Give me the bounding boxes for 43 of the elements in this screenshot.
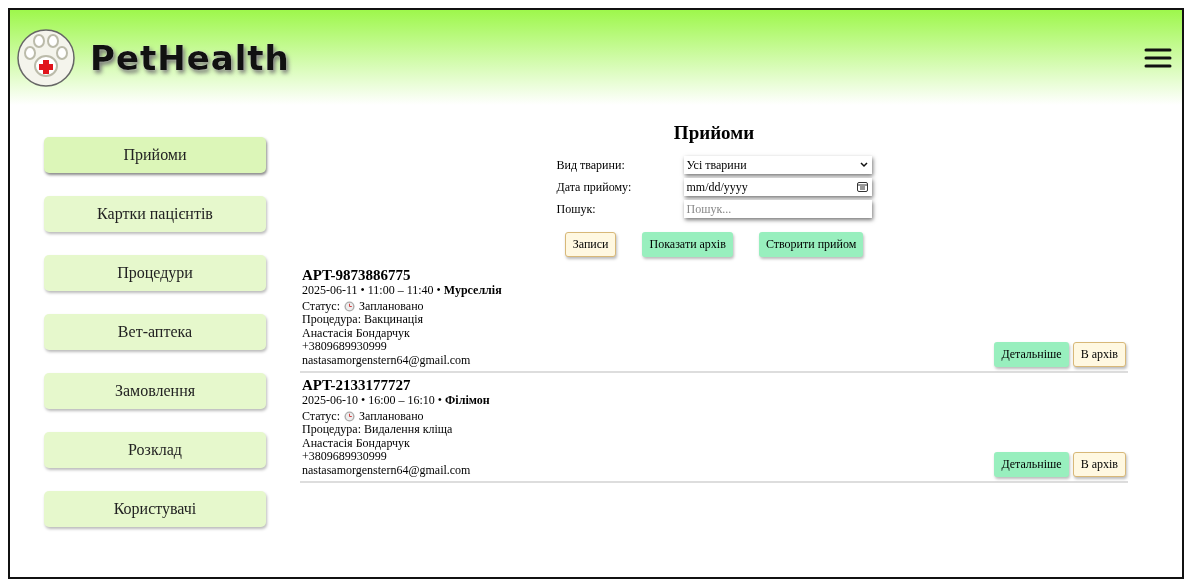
action-button[interactable]: Показати архів [642, 232, 733, 257]
email-text: nastasamorgenstern64@gmail.com [302, 463, 472, 477]
search-field[interactable]: Пошук... [683, 200, 872, 218]
page-title: Прийоми [673, 122, 755, 144]
owner-name: Анастасія Бондарчук [302, 436, 410, 450]
sidebar-item[interactable]: Картки пацієнтів [44, 196, 266, 232]
status-label: Статус: [302, 299, 340, 313]
appointment-id: APT-9873886775 [302, 267, 412, 284]
calendar-icon[interactable] [856, 182, 868, 192]
appointment-id: APT-2133177727 [302, 377, 412, 394]
phone-text: +3809689930999 [302, 340, 387, 354]
action-button[interactable]: Записи [564, 232, 617, 257]
details-button[interactable]: Детальніше [994, 452, 1069, 477]
filter-label: Дата прийому: [556, 179, 633, 195]
filter-label: Пошук: [556, 201, 597, 217]
details-button[interactable]: Детальніше [994, 342, 1069, 367]
status-text: Заплановано [359, 299, 424, 313]
appointment-time: 2025-06-11 • 11:00 – 11:40 • Мурселлія [302, 284, 502, 298]
paw-logo-icon [16, 27, 76, 88]
date-field[interactable]: mm/dd/yyyy [683, 178, 872, 196]
animal-select[interactable]: Усі тварини [683, 156, 872, 174]
clock-icon [344, 300, 355, 312]
sidebar-item[interactable]: Прийоми [44, 137, 266, 173]
status-label: Статус: [302, 409, 340, 423]
procedure-text: Процедура: Вакцинація [302, 313, 425, 327]
email-text: nastasamorgenstern64@gmail.com [302, 353, 472, 367]
logo-text: PetHealth [90, 37, 290, 78]
sidebar-item[interactable]: Замовлення [44, 373, 266, 409]
sidebar-item[interactable]: Користувачі [44, 491, 266, 527]
chevron-down-icon [859, 162, 868, 168]
procedure-text: Процедура: Видалення кліща [302, 423, 454, 437]
action-button[interactable]: Створити прийом [758, 232, 864, 257]
archive-button[interactable]: В архів [1072, 452, 1126, 477]
sidebar-item[interactable]: Вет-аптека [44, 314, 266, 350]
sidebar-item[interactable]: Розклад [44, 432, 266, 468]
status-text: Заплановано [359, 409, 424, 423]
archive-button[interactable]: В архів [1072, 342, 1126, 367]
phone-text: +3809689930999 [302, 450, 387, 464]
clock-icon [344, 410, 355, 422]
owner-name: Анастасія Бондарчук [302, 326, 410, 340]
appointment-time: 2025-06-10 • 16:00 – 16:10 • Філімон [302, 394, 490, 408]
filter-label: Вид тварини: [556, 157, 626, 173]
sidebar-item[interactable]: Процедури [44, 255, 266, 291]
